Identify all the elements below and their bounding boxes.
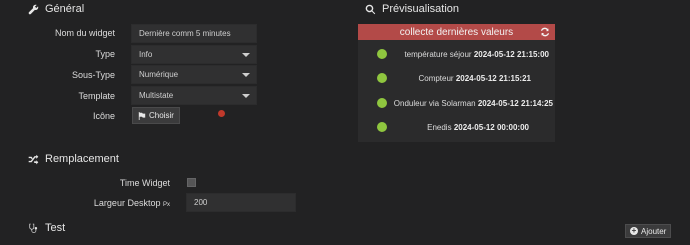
choose-icon-button[interactable]: Choisir xyxy=(132,107,180,124)
preview-title-text: Prévisualisation xyxy=(382,3,460,15)
choose-button-label: Choisir xyxy=(149,111,174,120)
subtype-label: Sous-Type xyxy=(71,70,115,80)
preview-row-text: température séjour 2024-05-12 21:15:00 xyxy=(404,50,549,59)
row-label: Compteur xyxy=(418,73,454,83)
status-led xyxy=(377,122,387,132)
template-select-value: Multistate xyxy=(139,91,174,100)
desktop-width-label-text: Largeur Desktop xyxy=(93,198,161,208)
template-label: Template xyxy=(78,91,115,101)
stethoscope-icon xyxy=(29,223,38,233)
desktop-width-label: Largeur Desktop Px xyxy=(0,198,170,208)
type-label: Type xyxy=(95,49,115,59)
time-widget-label: Time Widget xyxy=(119,178,170,188)
chevron-down-icon xyxy=(242,94,250,98)
shuffle-icon xyxy=(28,154,39,164)
status-led xyxy=(377,98,387,108)
status-led xyxy=(377,49,387,59)
general-title-text: Général xyxy=(45,3,85,15)
search-icon xyxy=(365,4,376,14)
preview-row: Onduleur via Solarman 2024-05-12 21:14:2… xyxy=(358,95,555,111)
flag-icon xyxy=(138,111,146,120)
row-label: Enedis xyxy=(427,122,452,132)
add-button-label: Ajouter xyxy=(641,226,667,236)
type-select[interactable]: Info xyxy=(131,45,257,64)
widget-name-label: Nom du widget xyxy=(54,28,115,38)
desktop-width-unit: Px xyxy=(162,202,170,208)
preview-row: Compteur 2024-05-12 21:15:21 xyxy=(358,70,555,86)
preview-row-text: Onduleur via Solarman 2024-05-12 21:14:2… xyxy=(394,99,553,108)
row-value: 2024-05-12 21:15:21 xyxy=(455,73,531,83)
subtype-select[interactable]: Numérique xyxy=(131,65,257,84)
refresh-icon[interactable] xyxy=(540,27,550,37)
test-title-text: Test xyxy=(45,222,66,234)
icon-label: Icône xyxy=(92,111,115,121)
preview-section-title: Prévisualisation xyxy=(365,3,459,15)
subtype-select-value: Numérique xyxy=(139,70,179,79)
time-widget-checkbox[interactable] xyxy=(187,178,196,187)
row-label: Onduleur via Solarman xyxy=(393,98,476,108)
preview-widget: collecte dernières valeurs température s… xyxy=(358,24,555,142)
plus-circle-icon: + xyxy=(630,226,638,235)
preview-row-text: Compteur 2024-05-12 21:15:21 xyxy=(418,74,531,83)
row-value: 2024-05-12 21:14:25 xyxy=(477,98,553,108)
preview-row: température séjour 2024-05-12 21:15:00 xyxy=(358,46,555,62)
row-value: 2024-05-12 00:00:00 xyxy=(453,122,529,132)
chevron-down-icon xyxy=(242,53,250,57)
preview-row-text: Enedis 2024-05-12 00:00:00 xyxy=(427,123,529,132)
preview-row: Enedis 2024-05-12 00:00:00 xyxy=(358,119,555,135)
test-section-title: Test xyxy=(28,222,65,234)
row-label: température séjour xyxy=(404,49,472,59)
status-led xyxy=(377,73,387,83)
preview-header-title: collecte dernières valeurs xyxy=(399,26,514,38)
chevron-down-icon xyxy=(242,73,250,77)
row-value: 2024-05-12 21:15:00 xyxy=(473,49,549,59)
replacement-section-title: Remplacement xyxy=(28,153,119,165)
replacement-title-text: Remplacement xyxy=(45,153,119,165)
preview-header: collecte dernières valeurs xyxy=(358,24,555,40)
wrench-icon xyxy=(28,4,39,14)
desktop-width-input[interactable]: 200 xyxy=(186,193,296,212)
widget-name-input[interactable]: Dernière comm 5 minutes xyxy=(131,24,257,43)
general-section-title: Général xyxy=(28,3,84,15)
type-select-value: Info xyxy=(139,50,153,59)
add-button[interactable]: + Ajouter xyxy=(625,224,672,238)
template-select[interactable]: Multistate xyxy=(131,86,257,105)
status-dot xyxy=(218,110,225,117)
